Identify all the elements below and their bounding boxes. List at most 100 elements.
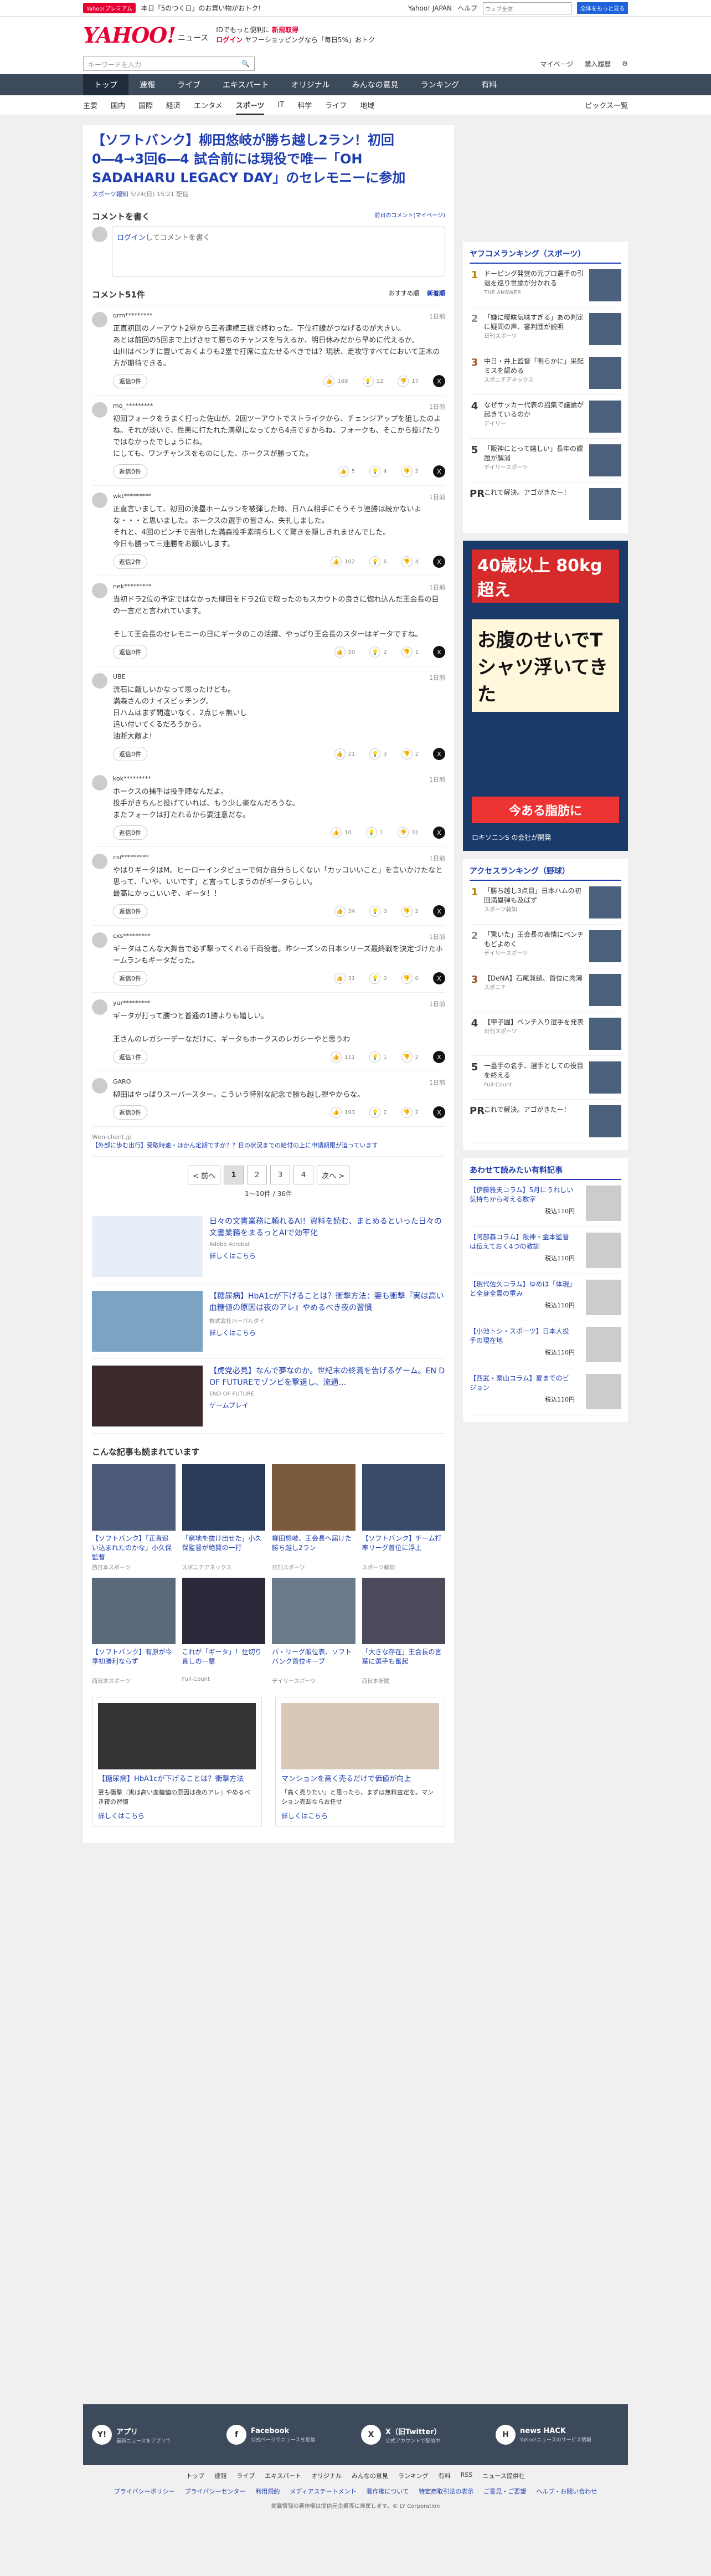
page-2[interactable]: 2 xyxy=(247,1166,267,1184)
footer-policy-link[interactable]: ヘルプ・お問い合わせ xyxy=(536,2487,597,2496)
insight-button[interactable]: 💡 4 xyxy=(369,466,387,477)
footer-nav-link[interactable]: 有料 xyxy=(439,2471,451,2480)
footer-policy-link[interactable]: ご意見・ご要望 xyxy=(483,2487,526,2496)
avatar[interactable] xyxy=(92,932,107,948)
recommend-item[interactable]: 柳田悠岐、王会長へ届けた勝ち越し2ラン 日刊スポーツ xyxy=(272,1464,356,1571)
disagree-button[interactable]: 👎 2 xyxy=(401,1107,419,1118)
reply-button[interactable]: 返信0件 xyxy=(113,464,147,479)
ad-row[interactable]: 日々の文書業務に頼れるAI！資料を読む、まとめるといった日々の文書業務をまるっと… xyxy=(92,1209,445,1284)
pr-item[interactable]: PR これで解決。アゴがきたー！ xyxy=(470,1100,621,1143)
pickups-link[interactable]: ピックス一覧 xyxy=(585,100,628,110)
disagree-button[interactable]: 👎 2 xyxy=(401,1051,419,1063)
agree-button[interactable]: 👍 193 xyxy=(331,1107,355,1118)
agree-button[interactable]: 👍 31 xyxy=(334,973,355,984)
page-1[interactable]: 1 xyxy=(224,1166,244,1184)
reply-button[interactable]: 返信0件 xyxy=(113,825,147,840)
insight-button[interactable]: 💡 6 xyxy=(369,556,387,567)
disagree-button[interactable]: 👎 2 xyxy=(401,748,419,760)
avatar[interactable] xyxy=(92,854,107,869)
help-link[interactable]: ヘルプ xyxy=(457,3,477,13)
promo-text[interactable]: 本日「5のつく日」のお買い物がおトク! xyxy=(141,3,261,13)
bottom-ad-card[interactable]: マンションを高く売るだけで価値が向上 「高く売りたい」と思ったら、まずは無料査定を… xyxy=(275,1697,445,1826)
comment-user[interactable]: wkt********* xyxy=(113,492,151,501)
avatar[interactable] xyxy=(92,492,107,508)
article-title[interactable]: 【ソフトバンク】柳田悠岐が勝ち越し2ラン！初回0―4→3回6―4 試合前には現役… xyxy=(92,131,445,187)
ad-row[interactable]: 【虎党必見】なんで夢なのか。世紀末の終焉を告げるゲーム。EN D OF FUTU… xyxy=(92,1359,445,1434)
comment-user[interactable]: qrm********* xyxy=(113,312,153,321)
paid-article[interactable]: 【小池トシ・スポーツ】日本人投手の現在地 税込110円 xyxy=(470,1321,621,1368)
reply-button[interactable]: 返信0件 xyxy=(113,904,147,918)
paid-article[interactable]: 【現代佐久コラム】ゆめは「体現」と全身全霊の重み 税込110円 xyxy=(470,1274,621,1321)
avatar[interactable] xyxy=(92,402,107,418)
comment-user[interactable]: nek********* xyxy=(113,583,152,592)
insight-button[interactable]: 💡 0 xyxy=(369,906,387,917)
disagree-button[interactable]: 👎 17 xyxy=(398,376,419,387)
cat-science[interactable]: 科学 xyxy=(297,100,312,110)
footer-nav-link[interactable]: オリジナル xyxy=(311,2471,342,2480)
disagree-button[interactable]: 👎 2 xyxy=(401,466,419,477)
x-share-icon[interactable]: X xyxy=(433,556,445,568)
cat-it[interactable]: IT xyxy=(277,101,284,109)
mypage-link[interactable]: マイページ xyxy=(540,59,573,69)
agree-button[interactable]: 👍 5 xyxy=(337,466,355,477)
page-4[interactable]: 4 xyxy=(293,1166,313,1184)
rank-item[interactable]: 2 「嫌に曖昧気味すぎる」あの判定に疑問の声、審判団が説明 日刊スポーツ xyxy=(470,307,621,351)
gnav-ranking[interactable]: ランキング xyxy=(410,74,471,95)
comment-user[interactable]: UBE xyxy=(113,673,126,682)
cat-world[interactable]: 国際 xyxy=(138,100,153,110)
comment-policy-link[interactable]: 前日のコメント(マイページ) xyxy=(374,211,445,222)
rank-item[interactable]: 5 「阪神にとって嬉しい」長年の課題が解消 デイリースポーツ xyxy=(470,439,621,483)
footer-nav-link[interactable]: ランキング xyxy=(398,2471,429,2480)
footer-nav-link[interactable]: 速報 xyxy=(214,2471,226,2480)
x-share-icon[interactable]: X xyxy=(433,972,445,984)
recommend-item[interactable]: 「窮地を抜け出せた」小久保監督が絶賛の一打 スポニチアネックス xyxy=(182,1464,265,1571)
search-icon[interactable]: 🔍 xyxy=(241,60,250,68)
reply-button[interactable]: 返信1件 xyxy=(113,1050,147,1064)
sort-recommended[interactable]: おすすめ順 xyxy=(389,289,419,300)
rank-item[interactable]: 3 【DeNA】石尾兼続、首位に肉薄 スポニチ xyxy=(470,968,621,1012)
footer-x[interactable]: X X（旧Twitter） 公式アカウントで配信中 xyxy=(361,2425,485,2445)
reply-button[interactable]: 返信0件 xyxy=(113,645,147,659)
recommend-item[interactable]: 【ソフトバンク】「正直追い込まれたのかな」小久保監督 西日本スポーツ xyxy=(92,1464,176,1571)
disagree-button[interactable]: 👎 4 xyxy=(401,556,419,567)
footer-policy-link[interactable]: 特定商取引法の表示 xyxy=(419,2487,473,2496)
cat-domestic[interactable]: 国内 xyxy=(111,100,125,110)
x-share-icon[interactable]: X xyxy=(433,646,445,658)
disagree-button[interactable]: 👎 2 xyxy=(401,906,419,917)
insight-button[interactable]: 💡 12 xyxy=(362,376,383,387)
comment-user[interactable]: yur********* xyxy=(113,999,151,1008)
rank-item[interactable]: 1 ドーピング発覚の元プロ選手の引退を巡り世論が分かれる THE ANSWER xyxy=(470,264,621,307)
footer-nav-link[interactable]: トップ xyxy=(186,2471,204,2480)
footer-policy-link[interactable]: 著作権について xyxy=(367,2487,409,2496)
footer-nav-link[interactable]: ライブ xyxy=(236,2471,255,2480)
agree-button[interactable]: 👍 34 xyxy=(334,906,355,917)
cat-sports[interactable]: スポーツ xyxy=(235,100,265,115)
agree-button[interactable]: 👍 111 xyxy=(331,1051,355,1063)
side-ad[interactable]: 40歳以上 80kg超え お腹のせいでTシャツ浮いてきた 今ある脂肪に ロキソニ… xyxy=(463,541,628,851)
x-share-icon[interactable]: X xyxy=(433,1051,445,1063)
x-share-icon[interactable]: X xyxy=(433,1106,445,1118)
rank-item[interactable]: 4 【甲子園】ベンチ入り選手を発表 日刊スポーツ xyxy=(470,1012,621,1056)
paid-article[interactable]: 【伊藤雅夫コラム】5月にうれしい気持ちから考える数字 税込110円 xyxy=(470,1180,621,1227)
avatar[interactable] xyxy=(92,673,107,689)
agree-button[interactable]: 👍 50 xyxy=(334,646,355,658)
footer-policy-link[interactable]: プライバシーポリシー xyxy=(114,2487,175,2496)
footer-nav-link[interactable]: ニュース提供社 xyxy=(482,2471,524,2480)
agree-button[interactable]: 👍 10 xyxy=(331,827,352,838)
gnav-flash[interactable]: 速報 xyxy=(128,74,166,95)
news-search-input[interactable]: キーワードを入力 🔍 xyxy=(83,57,255,71)
insight-button[interactable]: 💡 3 xyxy=(369,748,387,760)
bottom-ad-card[interactable]: 【糖尿病】HbA1cが下げることは？衝撃方法 妻も衝撃『実は高い血糖値の原因は夜の… xyxy=(92,1697,262,1826)
comment-user[interactable]: cxs********* xyxy=(113,932,151,941)
gnav-top[interactable]: トップ xyxy=(83,74,128,95)
cat-local[interactable]: 地域 xyxy=(360,100,374,110)
comment-login-link[interactable]: ログイン xyxy=(117,234,146,242)
prev-page-button[interactable]: < 前へ xyxy=(187,1166,220,1184)
comment-user[interactable]: csi********* xyxy=(113,854,148,863)
footer-nav-link[interactable]: RSS xyxy=(461,2471,473,2480)
x-share-icon[interactable]: X xyxy=(433,905,445,917)
insight-button[interactable]: 💡 2 xyxy=(369,1107,387,1118)
x-share-icon[interactable]: X xyxy=(433,827,445,839)
sort-newest[interactable]: 新着順 xyxy=(427,289,445,300)
gnav-paid[interactable]: 有料 xyxy=(470,74,508,95)
